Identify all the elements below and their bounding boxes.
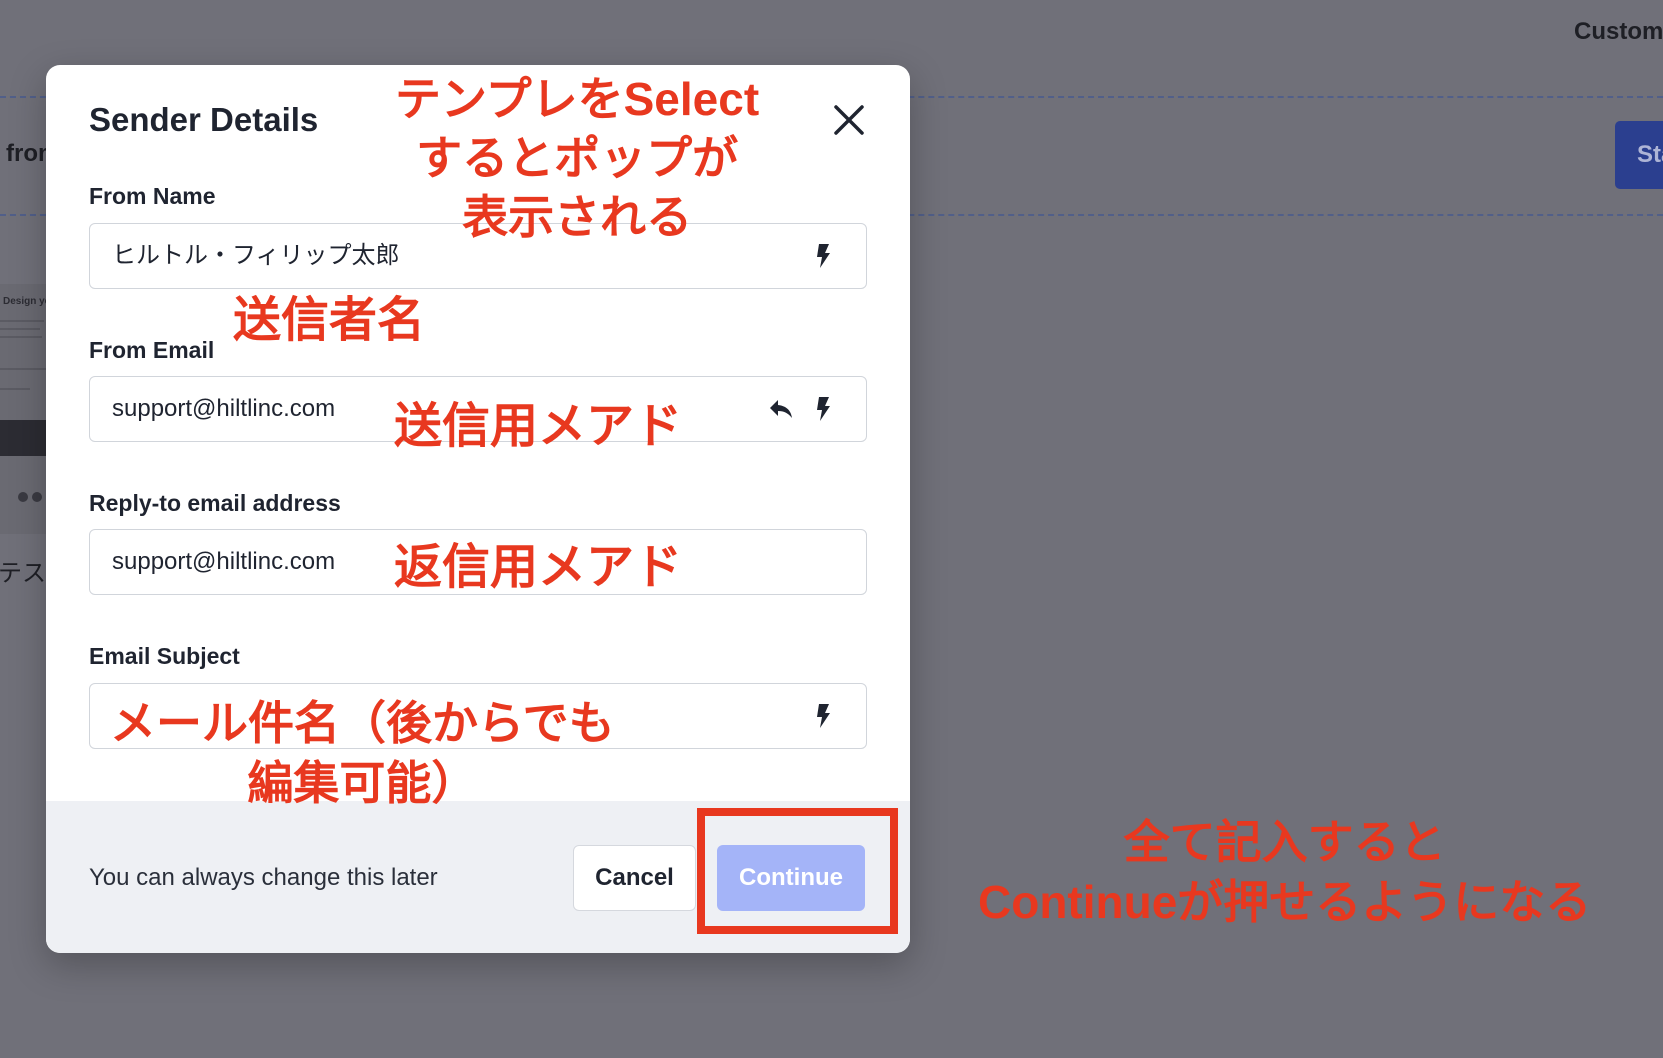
thumbnail-dark-block <box>0 420 48 456</box>
thumbnail-line <box>0 388 30 390</box>
footer-hint: You can always change this later <box>89 864 438 891</box>
custom-value-lightning-icon[interactable] <box>812 396 834 422</box>
thumbnail-social-icon <box>32 492 42 502</box>
close-icon <box>834 105 864 135</box>
annotation-line: するとポップが <box>416 132 739 184</box>
thumbnail-line <box>0 320 44 322</box>
reply-to-label: Reply-to email address <box>89 490 341 516</box>
annotation-subject-note: メール件名（後からでも 編集可能） <box>110 693 615 813</box>
background-template-thumbnail[interactable]: Design yo <box>0 284 48 534</box>
thumbnail-line <box>0 328 40 330</box>
annotation-continue-note: 全て記入すると Continueが押せるようになる <box>978 812 1591 932</box>
annotation-from-email: 送信用メアド <box>394 400 683 453</box>
custom-value-lightning-icon[interactable] <box>812 243 834 269</box>
annotation-popup-note: テンプレをSelect するとポップが 表示される <box>395 70 759 247</box>
from-email-label: From Email <box>89 337 215 363</box>
annotation-line: テンプレをSelect <box>395 73 760 125</box>
annotation-line: メール件名（後からでも <box>110 697 615 749</box>
background-start-button[interactable]: Sta <box>1615 121 1663 189</box>
modal-title: Sender Details <box>89 101 319 138</box>
thumbnail-line <box>0 336 42 338</box>
annotation-highlight-box <box>697 808 898 934</box>
annotation-from-name: 送信者名 <box>233 294 426 347</box>
from-name-label: From Name <box>89 183 216 209</box>
thumbnail-title: Design yo <box>3 296 48 307</box>
annotation-line: 表示される <box>462 191 693 243</box>
thumbnail-social-icon <box>18 492 28 502</box>
annotation-line: 編集可能） <box>247 757 478 809</box>
email-subject-label: Email Subject <box>89 643 240 669</box>
thumbnail-line <box>0 368 46 370</box>
background-template-name: テス <box>0 560 46 587</box>
annotation-reply-to: 返信用メアド <box>394 541 683 594</box>
cancel-button[interactable]: Cancel <box>573 845 696 911</box>
annotation-line: Continueが押せるようになる <box>978 876 1592 928</box>
annotation-line: 全て記入すると <box>1123 816 1446 868</box>
close-button[interactable] <box>832 103 866 137</box>
background-header-text: Custom <box>1574 18 1663 45</box>
custom-value-lightning-icon[interactable] <box>812 703 834 729</box>
reply-arrow-icon[interactable] <box>768 396 794 422</box>
